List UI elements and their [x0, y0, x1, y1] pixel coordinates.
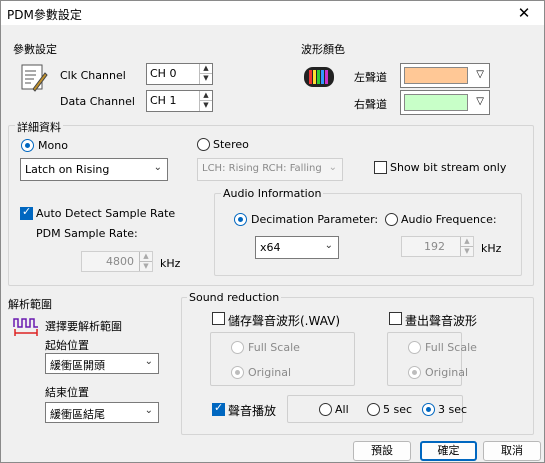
data-channel-label: Data Channel	[60, 95, 135, 108]
spin-up-icon[interactable]: ▲	[200, 91, 212, 101]
auto-detect-checkbox[interactable]	[20, 205, 33, 220]
pdm-rate-spinner: 4800 ▲ ▼	[81, 251, 153, 272]
default-button[interactable]: 預設	[353, 441, 411, 461]
clk-channel-spinner[interactable]: CH 0 ▲ ▼	[146, 63, 213, 85]
draw-original-radio	[408, 366, 421, 379]
draw-full-scale-radio	[408, 341, 421, 354]
draw-original-label: Original	[425, 366, 469, 379]
audio-frequence-unit: kHz	[481, 242, 502, 255]
audio-frequence-spinner: 192 ▲ ▼	[401, 236, 474, 257]
audio-frequence-radio[interactable]	[385, 213, 398, 226]
chevron-down-icon: ⌄	[328, 162, 337, 173]
start-position-select[interactable]: 緩衝區開頭 ⌄	[45, 353, 159, 374]
range-heading: 解析範圍	[8, 298, 52, 311]
chevron-down-icon[interactable]: ▽	[476, 69, 484, 80]
spin-down-icon[interactable]: ▼	[200, 101, 212, 111]
title-bar: PDM參數設定 ✕	[1, 1, 544, 25]
end-position-value: 緩衝區結尾	[50, 408, 105, 421]
start-position-value: 緩衝區開頭	[50, 359, 105, 372]
right-color-swatch	[404, 94, 468, 111]
play-3sec-label: 3 sec	[438, 403, 468, 416]
audio-frequence-label: Audio Frequence:	[401, 213, 497, 226]
play-3sec-radio[interactable]	[422, 403, 435, 416]
select-range-label: 選擇要解析範圍	[45, 320, 122, 333]
sound-reduction-heading: Sound reduction	[187, 291, 282, 304]
decimation-value: x64	[260, 241, 281, 254]
start-position-label: 起始位置	[45, 339, 89, 352]
draw-wave-checkbox[interactable]	[389, 312, 402, 325]
wav-original-label: Original	[248, 366, 292, 379]
draw-full-scale-label: Full Scale	[425, 341, 477, 354]
spin-up-icon[interactable]: ▲	[200, 64, 212, 74]
chevron-down-icon[interactable]: ⌄	[145, 356, 153, 367]
range-waveform-icon	[13, 315, 39, 337]
chevron-down-icon[interactable]: ⌄	[325, 240, 333, 251]
save-wav-label: 儲存聲音波形(.WAV)	[228, 314, 341, 328]
wav-full-scale-label: Full Scale	[248, 341, 300, 354]
audio-frequence-value: 192	[424, 240, 445, 253]
close-icon[interactable]: ✕	[510, 2, 538, 24]
play-sound-label: 聲音播放	[228, 404, 277, 418]
pdm-settings-dialog: PDM參數設定 ✕ 參數設定 Clk Channel CH 0 ▲ ▼ Data …	[0, 0, 545, 463]
right-channel-label: 右聲道	[354, 98, 387, 111]
mono-latch-value: Latch on Rising	[25, 163, 110, 176]
decimation-select[interactable]: x64 ⌄	[255, 236, 339, 259]
play-5sec-radio[interactable]	[367, 403, 380, 416]
stereo-latch-select: LCH: Rising RCH: Falling ⌄	[197, 158, 343, 181]
detail-heading: 詳細資料	[15, 119, 63, 135]
left-channel-label: 左聲道	[354, 71, 387, 84]
show-bitstream-checkbox[interactable]	[374, 161, 387, 174]
color-palette-icon	[303, 65, 335, 89]
play-sound-checkbox[interactable]	[212, 401, 225, 416]
mono-label: Mono	[38, 139, 68, 152]
spin-down-icon[interactable]: ▼	[200, 74, 212, 84]
pdm-rate-value: 4800	[106, 255, 134, 268]
audio-info-heading: Audio Information	[221, 187, 324, 200]
spin-down-icon: ▼	[143, 261, 149, 270]
play-5sec-label: 5 sec	[383, 403, 413, 416]
right-color-picker[interactable]: ▽	[400, 90, 490, 115]
decimation-radio[interactable]	[234, 213, 247, 226]
spin-down-icon: ▼	[464, 246, 470, 255]
pdm-rate-label: PDM Sample Rate:	[36, 227, 138, 240]
stereo-radio[interactable]	[197, 138, 210, 151]
settings-document-icon	[19, 63, 49, 93]
draw-wave-label: 畫出聲音波形	[405, 314, 478, 328]
chevron-down-icon[interactable]: ▽	[476, 96, 484, 107]
wav-original-radio	[231, 366, 244, 379]
mono-radio[interactable]	[21, 139, 34, 152]
clk-channel-value: CH 0	[150, 67, 177, 80]
play-all-label: All	[335, 403, 349, 416]
stereo-latch-value: LCH: Rising RCH: Falling	[202, 163, 322, 174]
params-heading: 參數設定	[13, 43, 57, 56]
cancel-button[interactable]: 取消	[483, 441, 541, 461]
wav-full-scale-radio	[231, 341, 244, 354]
data-channel-value: CH 1	[150, 94, 177, 107]
chevron-down-icon[interactable]: ⌄	[154, 162, 162, 173]
mono-latch-select[interactable]: Latch on Rising ⌄	[20, 158, 168, 181]
wave-color-heading: 波形顏色	[301, 43, 345, 56]
play-all-radio[interactable]	[319, 403, 332, 416]
data-channel-spinner[interactable]: CH 1 ▲ ▼	[146, 90, 213, 112]
audio-info-group	[214, 193, 522, 276]
pdm-rate-unit: kHz	[160, 257, 181, 270]
save-wav-checkbox[interactable]	[212, 312, 225, 325]
spin-up-icon: ▲	[140, 252, 152, 262]
clk-channel-label: Clk Channel	[60, 69, 126, 82]
left-color-swatch	[404, 67, 468, 84]
ok-button[interactable]: 確定	[420, 441, 477, 461]
spin-up-icon: ▲	[461, 237, 473, 247]
chevron-down-icon[interactable]: ⌄	[145, 405, 153, 416]
end-position-label: 結束位置	[45, 386, 89, 399]
left-color-picker[interactable]: ▽	[400, 63, 490, 88]
stereo-label: Stereo	[213, 138, 249, 151]
decimation-label: Decimation Parameter:	[251, 213, 379, 226]
auto-detect-label: Auto Detect Sample Rate	[36, 207, 176, 220]
show-bitstream-label: Show bit stream only	[390, 161, 507, 174]
end-position-select[interactable]: 緩衝區結尾 ⌄	[45, 402, 159, 423]
window-title: PDM參數設定	[7, 8, 82, 22]
